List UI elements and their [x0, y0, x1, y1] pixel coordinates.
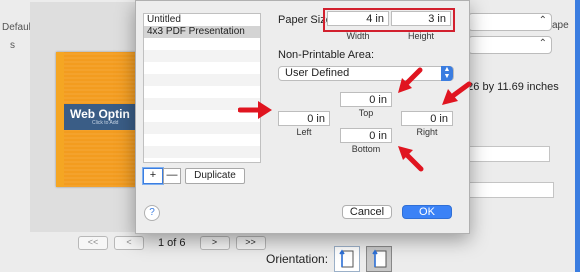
height-field[interactable]: 3 in	[391, 11, 451, 26]
bottom-margin-field[interactable]: 0 in	[340, 128, 392, 143]
non-printable-value: User Defined	[285, 67, 350, 79]
arrow-to-bottom-icon	[398, 146, 424, 172]
page-navigator: << < 1 of 6 > >>	[78, 236, 266, 250]
right-margin-label: Right	[416, 127, 438, 137]
height-label: Height	[407, 31, 434, 41]
width-field[interactable]: 4 in	[327, 11, 389, 26]
cancel-button[interactable]: Cancel	[342, 205, 392, 219]
remove-size-button[interactable]: —	[163, 168, 181, 184]
help-button[interactable]: ?	[144, 205, 160, 221]
ok-button[interactable]: OK	[402, 205, 452, 219]
last-page-button[interactable]: >>	[235, 236, 266, 250]
chevron-updown-icon: ▲ ▼	[441, 66, 453, 81]
paper-size-list[interactable]: Untitled 4x3 PDF Presentation	[143, 13, 261, 163]
copies-label: s	[10, 40, 15, 51]
right-margin-field[interactable]: 0 in	[401, 111, 453, 126]
non-printable-label: Non-Printable Area:	[278, 49, 374, 61]
list-item-4x3-pdf[interactable]: 4x3 PDF Presentation	[144, 26, 260, 38]
next-page-button[interactable]: >	[199, 236, 230, 250]
paper-size-text: 8.26 by 11.69 inches	[458, 81, 559, 93]
portrait-icon	[339, 249, 354, 268]
window-edge	[575, 0, 580, 272]
add-size-button[interactable]: +	[143, 168, 163, 184]
non-printable-select[interactable]: User Defined ▲ ▼	[278, 66, 454, 81]
slide-subtitle: Click to Add	[92, 120, 119, 126]
scale-field[interactable]	[468, 146, 550, 162]
preset-label: Default	[2, 22, 34, 33]
list-item-untitled[interactable]: Untitled	[144, 14, 260, 26]
arrow-to-left-icon	[238, 101, 272, 119]
left-margin-label: Left	[296, 127, 312, 137]
presets-select[interactable]: ⌃	[468, 36, 552, 54]
left-margin-field[interactable]: 0 in	[278, 111, 330, 126]
landscape-button[interactable]	[366, 246, 393, 272]
width-label: Width	[346, 31, 370, 41]
landscape-icon	[372, 249, 387, 268]
paper-label: ape	[552, 20, 569, 31]
slide-title: Web Optin	[70, 107, 130, 121]
copies-field[interactable]	[468, 182, 554, 198]
arrow-to-right-icon	[442, 81, 472, 105]
top-margin-label: Top	[358, 108, 374, 118]
prev-page-button[interactable]: <	[114, 236, 144, 250]
chevron-updown-icon: ⌃	[538, 15, 547, 26]
printer-select[interactable]: ⌃	[468, 13, 552, 31]
page-indicator: 1 of 6	[158, 237, 186, 249]
bottom-margin-label: Bottom	[351, 144, 381, 154]
orientation-control: Orientation:	[266, 246, 393, 272]
portrait-button[interactable]	[334, 246, 361, 272]
first-page-button[interactable]: <<	[78, 236, 108, 250]
duplicate-button[interactable]: Duplicate	[185, 168, 245, 184]
orientation-label: Orientation:	[266, 252, 329, 266]
list-controls: + — Duplicate	[143, 168, 245, 184]
custom-paper-sizes-sheet: Untitled 4x3 PDF Presentation + — Duplic…	[135, 0, 472, 234]
top-margin-field[interactable]: 0 in	[340, 92, 392, 107]
chevron-updown-icon: ⌃	[538, 38, 547, 49]
arrow-to-top-icon	[398, 67, 423, 93]
